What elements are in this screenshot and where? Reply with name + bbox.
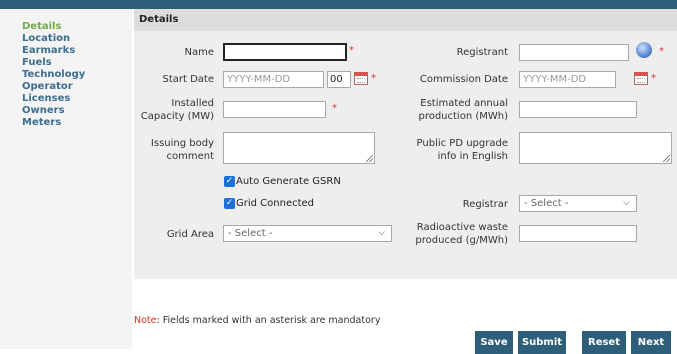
- installed-capacity-input[interactable]: [223, 101, 326, 118]
- resize-grip-icon[interactable]: [663, 155, 670, 162]
- required-marker: *: [332, 103, 337, 114]
- installed-capacity-line2: Capacity (MW): [140, 111, 214, 122]
- save-button[interactable]: Save: [475, 331, 513, 354]
- top-bar: [0, 0, 677, 9]
- main-content: Details Name * Start Date YYYY-MM-DD 00 …: [134, 9, 677, 354]
- globe-lookup-icon[interactable]: [636, 42, 652, 58]
- next-button[interactable]: Next: [631, 331, 671, 354]
- required-marker: *: [659, 46, 664, 57]
- grid-connected-label: Grid Connected: [236, 198, 315, 209]
- sidebar-nav: Details Location Earmarks Fuels Technolo…: [0, 9, 132, 129]
- auto-gsrn-checkbox[interactable]: ✓: [224, 176, 235, 187]
- grid-connected-checkbox[interactable]: ✓: [224, 198, 235, 209]
- auto-gsrn-label: Auto Generate GSRN: [236, 176, 341, 187]
- note-label: Note: [134, 315, 157, 326]
- radioactive-line1: Radioactive waste: [416, 222, 508, 233]
- sidebar-item-details[interactable]: Details: [22, 21, 132, 33]
- sidebar-item-owners[interactable]: Owners: [22, 105, 132, 117]
- grid-area-select-value: - Select -: [228, 228, 273, 239]
- calendar-icon[interactable]: [634, 72, 648, 85]
- issuing-comment-label: Issuing body comment: [134, 137, 214, 163]
- est-production-label: Estimated annual production (MWh): [404, 97, 508, 123]
- sidebar: Details Location Earmarks Fuels Technolo…: [0, 9, 132, 349]
- est-production-line1: Estimated annual: [420, 98, 508, 109]
- radioactive-line2: produced (g/MWh): [415, 235, 508, 246]
- start-date-input[interactable]: YYYY-MM-DD: [223, 71, 324, 88]
- public-pd-textarea[interactable]: [519, 132, 672, 164]
- sidebar-item-technology[interactable]: Technology: [22, 69, 132, 81]
- reset-button[interactable]: Reset: [582, 331, 626, 354]
- start-hour-input[interactable]: 00: [327, 71, 351, 88]
- sidebar-item-operator[interactable]: Operator: [22, 81, 132, 93]
- chevron-down-icon: ⌵: [378, 228, 385, 238]
- registrar-select-value: - Select -: [524, 198, 569, 209]
- mandatory-note: Note: Fields marked with an asterisk are…: [134, 315, 380, 326]
- note-text: : Fields marked with an asterisk are man…: [156, 315, 381, 326]
- grid-area-label: Grid Area: [166, 229, 214, 240]
- section-title: Details: [134, 9, 677, 31]
- sidebar-item-location[interactable]: Location: [22, 33, 132, 45]
- submit-button[interactable]: Submit: [518, 331, 566, 354]
- public-pd-label: Public PD upgrade info in English: [404, 137, 508, 163]
- issuing-comment-line2: comment: [166, 151, 214, 162]
- details-form: Details Name * Start Date YYYY-MM-DD 00 …: [134, 9, 677, 279]
- chevron-down-icon: ⌵: [623, 198, 630, 208]
- public-pd-line1: Public PD upgrade: [416, 138, 508, 149]
- grid-area-select[interactable]: - Select - ⌵: [223, 225, 392, 242]
- name-input[interactable]: [223, 43, 347, 61]
- sidebar-item-earmarks[interactable]: Earmarks: [22, 45, 132, 57]
- required-marker: *: [651, 73, 656, 84]
- required-marker: *: [371, 73, 376, 84]
- registrant-label: Registrant: [456, 47, 508, 58]
- sidebar-item-licenses[interactable]: Licenses: [22, 93, 132, 105]
- sidebar-item-fuels[interactable]: Fuels: [22, 57, 132, 69]
- registrar-label: Registrar: [462, 199, 508, 210]
- radioactive-input[interactable]: [519, 225, 637, 242]
- calendar-icon[interactable]: [354, 72, 368, 85]
- commission-date-input[interactable]: YYYY-MM-DD: [519, 71, 616, 88]
- issuing-comment-textarea[interactable]: [223, 132, 375, 164]
- commission-date-label: Commission Date: [419, 74, 508, 85]
- installed-capacity-line1: Installed: [171, 98, 214, 109]
- registrar-select[interactable]: - Select - ⌵: [519, 195, 637, 212]
- radioactive-label: Radioactive waste produced (g/MWh): [404, 221, 508, 247]
- registrant-input[interactable]: [519, 44, 629, 61]
- name-label: Name: [184, 47, 214, 58]
- est-production-input[interactable]: [519, 101, 637, 118]
- installed-capacity-label: Installed Capacity (MW): [134, 97, 214, 123]
- required-marker: *: [349, 45, 354, 56]
- public-pd-line2: info in English: [437, 151, 508, 162]
- resize-grip-icon[interactable]: [366, 155, 373, 162]
- issuing-comment-line1: Issuing body: [150, 138, 214, 149]
- sidebar-item-meters[interactable]: Meters: [22, 117, 132, 129]
- est-production-line2: production (MWh): [418, 111, 508, 122]
- start-date-label: Start Date: [162, 74, 214, 85]
